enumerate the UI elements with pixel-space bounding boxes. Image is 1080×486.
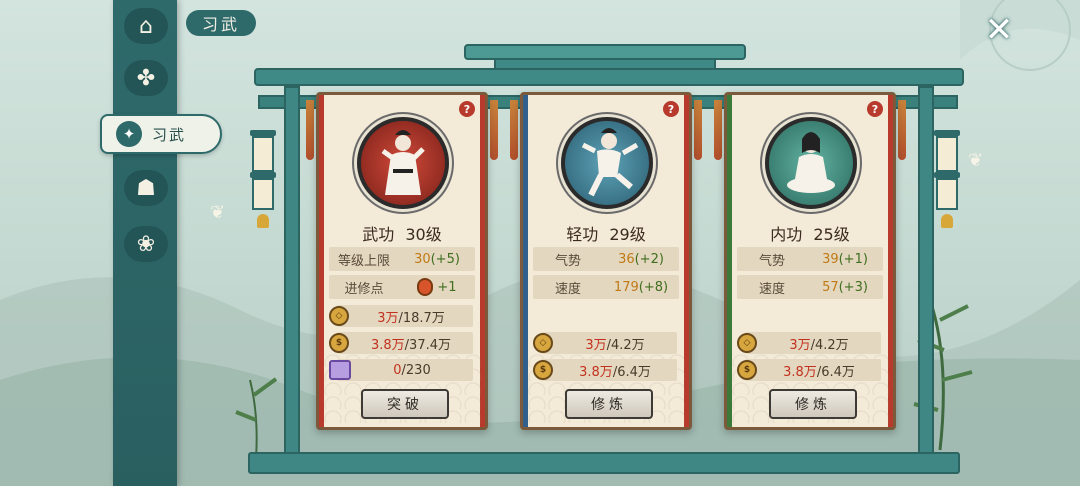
- martial-artist-icon: [381, 130, 425, 195]
- skill-title: 武功 30级: [319, 221, 485, 245]
- stat-value: 30: [414, 251, 431, 267]
- skill-card-lightness: ? 轻功 29级 气势 36(+2) 速度 179(+8) ◇ 3万/4.2万 …: [520, 92, 692, 430]
- help-icon[interactable]: ?: [459, 101, 475, 117]
- cost-need: /18.7万: [398, 310, 445, 326]
- cost-need: /4.2万: [810, 337, 849, 353]
- gate-pillar-left: [284, 86, 300, 464]
- stat-row: 速度 57(+3): [737, 275, 883, 299]
- gold-coin-icon: $: [329, 333, 349, 353]
- tassel-icon: [714, 100, 722, 160]
- leaping-artist-icon: [581, 128, 639, 197]
- skill-level: 29级: [609, 225, 646, 244]
- copper-coin-icon: ◇: [533, 333, 553, 353]
- skill-level: 25级: [813, 225, 850, 244]
- portrait-inner: [765, 117, 857, 209]
- stat-value: 179: [613, 279, 639, 295]
- skill-card-inner: ? 内功 25级 气势 39(+1) 速度 57(+3) ◇ 3万/4.2万 $…: [724, 92, 896, 430]
- stat-label: 速度: [554, 281, 581, 297]
- butterfly-icon: ❦: [968, 150, 984, 171]
- stat-bonus: (+5): [430, 251, 460, 267]
- cost-have: 3.8万: [370, 337, 405, 353]
- stat-label: 等级上限: [337, 253, 390, 269]
- martial-arts-icon: ✦: [116, 121, 142, 147]
- training-point-icon: [417, 278, 434, 296]
- pavilion-icon[interactable]: ⌂: [124, 8, 168, 44]
- meditating-artist-icon: [787, 132, 835, 193]
- gold-coin-icon: $: [737, 360, 757, 380]
- tassel-icon: [898, 100, 906, 160]
- gate-base: [248, 452, 960, 474]
- stat-value: 36: [618, 251, 635, 267]
- stat-bonus: +1: [437, 279, 457, 295]
- meditation-icon[interactable]: ☗: [124, 170, 168, 206]
- tassel-icon: [490, 100, 498, 160]
- lantern-icon: [250, 130, 276, 228]
- cost-row: ◇ 3万/4.2万: [737, 332, 881, 354]
- train-button[interactable]: 修炼: [769, 389, 857, 419]
- copper-coin-icon: ◇: [329, 306, 349, 326]
- stat-bonus: (+3): [838, 279, 868, 295]
- cost-need: /4.2万: [606, 337, 645, 353]
- stat-bonus: (+8): [638, 279, 669, 295]
- stat-row: 速度 179(+8): [533, 275, 679, 299]
- cost-have: 0: [393, 362, 402, 378]
- cost-row: $ 3.8万/37.4万: [329, 332, 473, 354]
- stat-bonus: (+2): [634, 251, 664, 267]
- stat-value: 57: [822, 279, 839, 295]
- page-title: 习武: [186, 10, 256, 36]
- gate-top-beam: [254, 68, 964, 86]
- crane-icon[interactable]: ✤: [124, 60, 168, 96]
- close-icon[interactable]: ✕: [980, 12, 1018, 48]
- cost-row: $ 3.8万/6.4万: [533, 359, 677, 381]
- cost-need: /6.4万: [816, 364, 855, 380]
- stat-row: 气势 36(+2): [533, 247, 679, 271]
- lantern-icon: [934, 130, 960, 228]
- stat-label: 进修点: [344, 281, 384, 297]
- train-button[interactable]: 修炼: [565, 389, 653, 419]
- stat-label: 速度: [758, 281, 785, 297]
- cost-need: /230: [401, 362, 431, 378]
- portrait-martial: [357, 117, 449, 209]
- cost-row: 0/230: [329, 359, 473, 381]
- stat-value: 39: [822, 251, 839, 267]
- skill-name: 轻功: [566, 225, 599, 244]
- stat-label: 气势: [758, 253, 785, 269]
- cost-have: 3万: [377, 310, 399, 326]
- skill-title: 内功 25级: [727, 221, 893, 245]
- skill-title: 轻功 29级: [523, 221, 689, 245]
- skill-level: 30级: [405, 225, 442, 244]
- stat-label: 气势: [554, 253, 581, 269]
- skill-name: 内功: [770, 225, 803, 244]
- gold-coin-icon: $: [533, 360, 553, 380]
- butterfly-icon: ❦: [210, 202, 226, 223]
- cost-have: 3.8万: [783, 364, 817, 380]
- cost-have: 3万: [789, 337, 811, 353]
- cost-row: ◇ 3万/4.2万: [533, 332, 677, 354]
- portrait-lightness: [561, 117, 653, 209]
- stat-row: 进修点 +1: [329, 275, 475, 299]
- sidebar-item-label: 习武: [152, 125, 187, 144]
- help-icon[interactable]: ?: [867, 101, 883, 117]
- stat-row: 等级上限 30(+5): [329, 247, 475, 271]
- cost-need: /37.4万: [404, 337, 451, 353]
- cost-row: $ 3.8万/6.4万: [737, 359, 881, 381]
- stat-bonus: (+1): [838, 251, 868, 267]
- cost-have: 3万: [585, 337, 607, 353]
- breakthrough-button[interactable]: 突破: [361, 389, 449, 419]
- cost-have: 3.8万: [579, 364, 613, 380]
- help-icon[interactable]: ?: [663, 101, 679, 117]
- skill-name: 武功: [362, 225, 395, 244]
- sidebar-item-martial-arts[interactable]: ✦ 习武: [100, 114, 222, 154]
- tassel-icon: [510, 100, 518, 160]
- tassel-icon: [694, 100, 702, 160]
- tassel-icon: [306, 100, 314, 160]
- cost-need: /6.4万: [612, 364, 651, 380]
- gate-pillar-right: [918, 86, 934, 464]
- skill-card-martial: ? 武功 30级 等级上限 30(+5) 进修点 +1 ◇ 3万/18.7万 $…: [316, 92, 488, 430]
- copper-coin-icon: ◇: [737, 333, 757, 353]
- stat-row: 气势 39(+1): [737, 247, 883, 271]
- scroll-cloud-icon[interactable]: ❀: [124, 226, 168, 262]
- scroll-item-icon: [329, 360, 351, 380]
- cost-row: ◇ 3万/18.7万: [329, 305, 473, 327]
